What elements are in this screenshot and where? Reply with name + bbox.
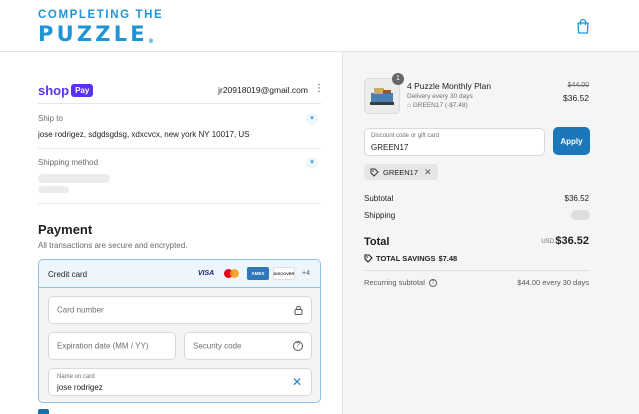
divider [364,270,590,271]
pay-pill: Pay [71,84,94,97]
shop-word: shop [38,83,70,98]
subtotal-label: Subtotal [364,194,394,203]
shop-pay-logo: shop Pay [38,83,94,98]
delivery-frequency: Delivery every 30 days [407,93,473,100]
amex-icon: AMEX [247,267,269,280]
remove-discount-icon[interactable]: ✕ [424,167,432,178]
recurring-subtotal-label: Recurring subtotal ? [364,278,437,287]
name-on-card-input[interactable]: Name on card jose rodrigez ✕ [48,368,312,396]
name-on-card-label: Name on card [57,374,95,380]
site-header: COMPLETING THE PUZZLE® [0,0,639,52]
mastercard-icon [221,267,243,280]
currency-code: USD [541,239,554,245]
product-discount: ⌂ GREEN17 (-$7.48) [407,102,468,109]
chevron-down-icon[interactable]: ▾ [306,157,318,169]
divider [38,203,321,204]
payment-subtitle: All transactions are secure and encrypte… [38,241,188,250]
info-icon[interactable]: ? [428,278,437,287]
recurring-subtotal-text: Recurring subtotal [364,278,425,287]
credit-card-form: Credit card VISA AMEX DISCOVER +4 Card n… [38,259,321,403]
more-brands-count: +4 [302,270,310,277]
tag-icon: ⌂ [407,102,411,109]
discount-chip-code: GREEN17 [383,167,419,177]
security-code-input[interactable]: Security code ? [184,332,312,360]
card-number-input[interactable]: Card number [48,296,312,324]
discover-icon: DISCOVER [273,267,295,280]
shipping-label: Shipping [364,211,396,220]
discount-code-input[interactable]: Discount code or gift card GREEN17 [364,128,545,156]
logo-line-2: PUZZLE® [38,21,154,46]
tag-icon [370,168,379,177]
chevron-down-icon[interactable]: ▾ [306,113,318,125]
expiration-placeholder: Expiration date (MM / YY) [57,341,149,351]
store-logo[interactable]: COMPLETING THE PUZZLE® [38,9,164,46]
credit-card-label: Credit card [48,270,88,279]
product-price: $36.52 [563,93,589,103]
credit-card-option[interactable]: Credit card VISA AMEX DISCOVER +4 [39,260,320,288]
product-discount-text: GREEN17 (-$7.48) [412,102,468,109]
discount-code-label: Discount code or gift card [371,133,440,139]
security-code-placeholder: Security code [193,341,242,351]
loading-skeleton [38,186,69,193]
quantity-badge: 1 [392,73,404,85]
total-label: Total [364,236,390,248]
discount-chip: GREEN17 ✕ [364,164,438,180]
visa-icon: VISA [197,270,215,277]
discount-code-value: GREEN17 [371,143,409,152]
total-savings-label: TOTAL SAVINGS [376,254,436,263]
total-savings: TOTAL SAVINGS $7.48 [364,254,457,263]
apply-button[interactable]: Apply [553,127,590,155]
card-brands: VISA AMEX DISCOVER +4 [195,267,310,280]
kebab-menu-icon[interactable]: ⋮ [314,84,324,94]
divider [38,103,321,104]
logo-line-1: COMPLETING THE [38,9,164,21]
payment-title: Payment [38,222,93,237]
divider [38,148,321,149]
loading-skeleton [38,174,110,183]
total-savings-value: $7.48 [438,254,458,263]
product-name: 4 Puzzle Monthly Plan [407,81,492,91]
shipping-method-label: Shipping method [38,158,99,167]
shopping-bag-icon[interactable] [576,18,590,34]
lock-icon [294,305,303,315]
recurring-subtotal-value: $44.00 every 30 days [517,278,589,287]
account-email: jr20918019@gmail.com [218,85,308,95]
shipping-loading-skeleton [571,210,590,220]
total-value: $36.52 [555,235,589,247]
billing-checkbox[interactable] [38,409,49,414]
tag-icon [364,254,373,263]
ship-to-value: jose rodrigez, sdgdsgdsg, xdxcvcx, new y… [38,130,250,139]
ship-to-label: Ship to [38,114,63,123]
expiration-date-input[interactable]: Expiration date (MM / YY) [48,332,176,360]
close-icon[interactable]: ✕ [292,375,302,389]
help-icon[interactable]: ? [293,341,303,351]
name-on-card-value: jose rodrigez [57,383,103,392]
subtotal-value: $36.52 [564,194,589,203]
original-price: $44.00 [567,82,589,89]
card-number-placeholder: Card number [57,305,104,315]
